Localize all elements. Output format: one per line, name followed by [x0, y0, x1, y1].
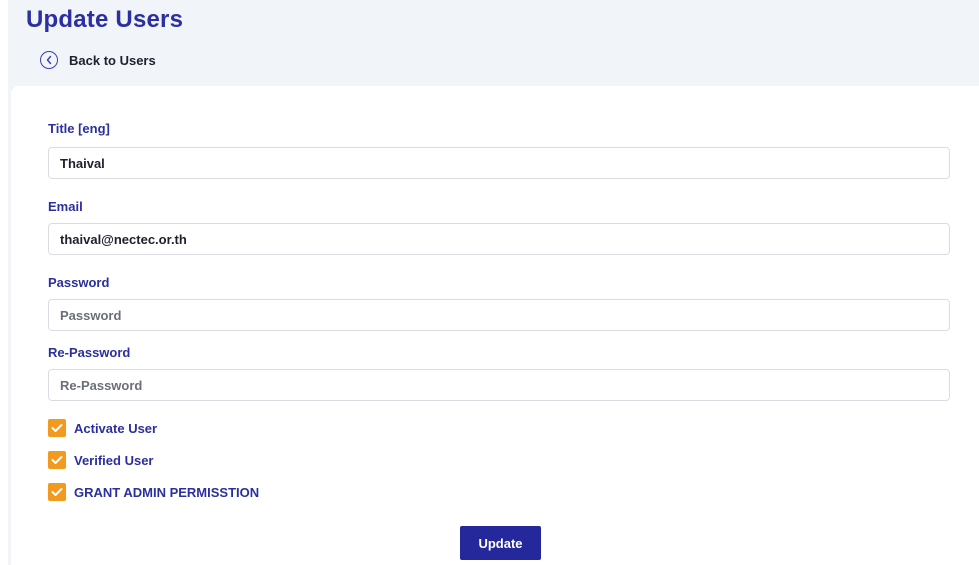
email-label: Email — [48, 199, 83, 214]
checkmark-icon — [51, 488, 63, 496]
chevron-left-circle-icon[interactable] — [40, 51, 58, 69]
activate-user-checkbox-row[interactable]: Activate User — [48, 419, 157, 437]
email-input[interactable] — [48, 223, 950, 255]
left-edge — [0, 0, 8, 565]
grant-admin-checkbox[interactable] — [48, 483, 66, 501]
back-to-users-label[interactable]: Back to Users — [69, 53, 156, 68]
checkmark-icon — [51, 456, 63, 464]
back-to-users-link[interactable]: Back to Users — [40, 51, 156, 69]
re-password-input[interactable] — [48, 369, 950, 401]
password-label: Password — [48, 275, 110, 290]
page-title: Update Users — [26, 6, 184, 33]
title-eng-label: Title [eng] — [48, 121, 110, 136]
form-card: Title [eng] Email Password Re-Password A… — [11, 86, 979, 565]
checkmark-icon — [51, 424, 63, 432]
grant-admin-checkbox-row[interactable]: GRANT ADMIN PERMISSTION — [48, 483, 259, 501]
grant-admin-label[interactable]: GRANT ADMIN PERMISSTION — [74, 485, 259, 500]
password-input[interactable] — [48, 299, 950, 331]
verified-user-checkbox[interactable] — [48, 451, 66, 469]
verified-user-checkbox-row[interactable]: Verified User — [48, 451, 154, 469]
title-eng-input[interactable] — [48, 147, 950, 179]
update-button[interactable]: Update — [460, 526, 541, 560]
verified-user-label[interactable]: Verified User — [74, 453, 154, 468]
re-password-label: Re-Password — [48, 345, 131, 360]
activate-user-checkbox[interactable] — [48, 419, 66, 437]
activate-user-label[interactable]: Activate User — [74, 421, 157, 436]
